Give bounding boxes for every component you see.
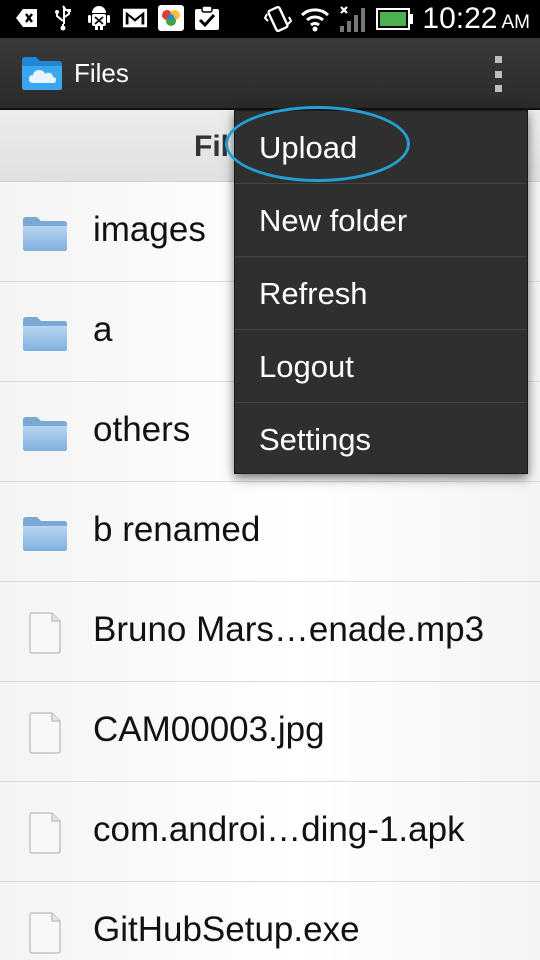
gmail-icon (122, 5, 148, 31)
overflow-popup-menu: Upload New folder Refresh Logout Setting… (234, 110, 528, 474)
file-name: images (93, 210, 206, 249)
file-name: a (93, 310, 113, 349)
folder-icon (23, 317, 67, 351)
overflow-dot (494, 85, 502, 92)
signal-icon (340, 6, 366, 32)
clock: 10:22 AM (422, 2, 530, 36)
overflow-dot (494, 70, 502, 78)
list-item[interactable]: com.androi…ding-1.apk (0, 782, 540, 882)
menu-item-label: Refresh (259, 276, 368, 311)
system-status: 10:22 AM (264, 2, 530, 36)
menu-item-label: Logout (259, 349, 354, 384)
clock-time: 10:22 (422, 2, 498, 35)
file-name: others (93, 410, 191, 449)
list-item[interactable]: Bruno Mars…enade.mp3 (0, 582, 540, 682)
menu-item-logout[interactable]: Logout (235, 330, 527, 403)
checklist-icon (194, 5, 220, 31)
usb-icon (50, 5, 76, 31)
vibrate-icon (264, 5, 293, 33)
file-name: b renamed (93, 510, 261, 549)
photos-icon (158, 5, 184, 31)
file-icon (29, 712, 61, 754)
cloud-folder-icon[interactable] (20, 54, 64, 92)
back-icon (14, 5, 40, 31)
list-item[interactable]: b renamed (0, 482, 540, 582)
file-name: GitHubSetup.exe (93, 910, 360, 949)
overflow-menu-icon[interactable] (488, 56, 508, 92)
list-item[interactable]: GitHubSetup.exe (0, 882, 540, 960)
file-name: CAM00003.jpg (93, 710, 325, 749)
overflow-dot (494, 56, 502, 63)
folder-icon (23, 517, 67, 551)
android-debug-icon (86, 5, 112, 31)
file-icon (29, 912, 61, 954)
menu-item-label: New folder (259, 203, 408, 238)
battery-icon (376, 8, 414, 30)
notification-icons (14, 5, 220, 31)
menu-item-refresh[interactable]: Refresh (235, 257, 527, 330)
menu-item-settings[interactable]: Settings (235, 403, 527, 476)
menu-item-upload[interactable]: Upload (235, 111, 527, 184)
app-title: Files (74, 58, 129, 88)
file-icon (29, 812, 61, 854)
menu-item-label: Upload (259, 130, 358, 165)
clock-ampm: AM (501, 12, 531, 33)
action-bar: Files (0, 38, 540, 110)
wifi-icon (301, 8, 330, 32)
status-bar: 10:22 AM (0, 0, 540, 38)
folder-icon (23, 417, 67, 451)
menu-item-new-folder[interactable]: New folder (235, 184, 527, 257)
file-name: Bruno Mars…enade.mp3 (93, 610, 485, 649)
file-name: com.androi…ding-1.apk (93, 810, 465, 849)
folder-icon (23, 217, 67, 251)
file-icon (29, 612, 61, 654)
list-item[interactable]: CAM00003.jpg (0, 682, 540, 782)
menu-item-label: Settings (259, 422, 372, 457)
section-header-label: Fil (194, 130, 229, 163)
